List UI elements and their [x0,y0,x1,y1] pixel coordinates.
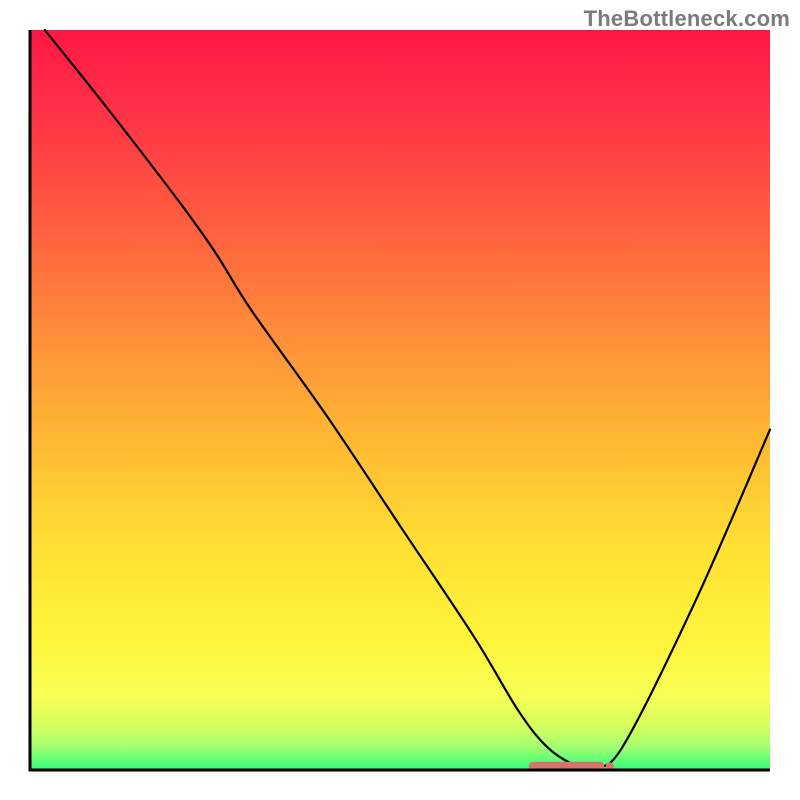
plot-area [30,30,770,770]
plot-background [30,30,770,770]
chart-container: TheBottleneck.com [0,0,800,800]
chart-svg [0,0,800,800]
